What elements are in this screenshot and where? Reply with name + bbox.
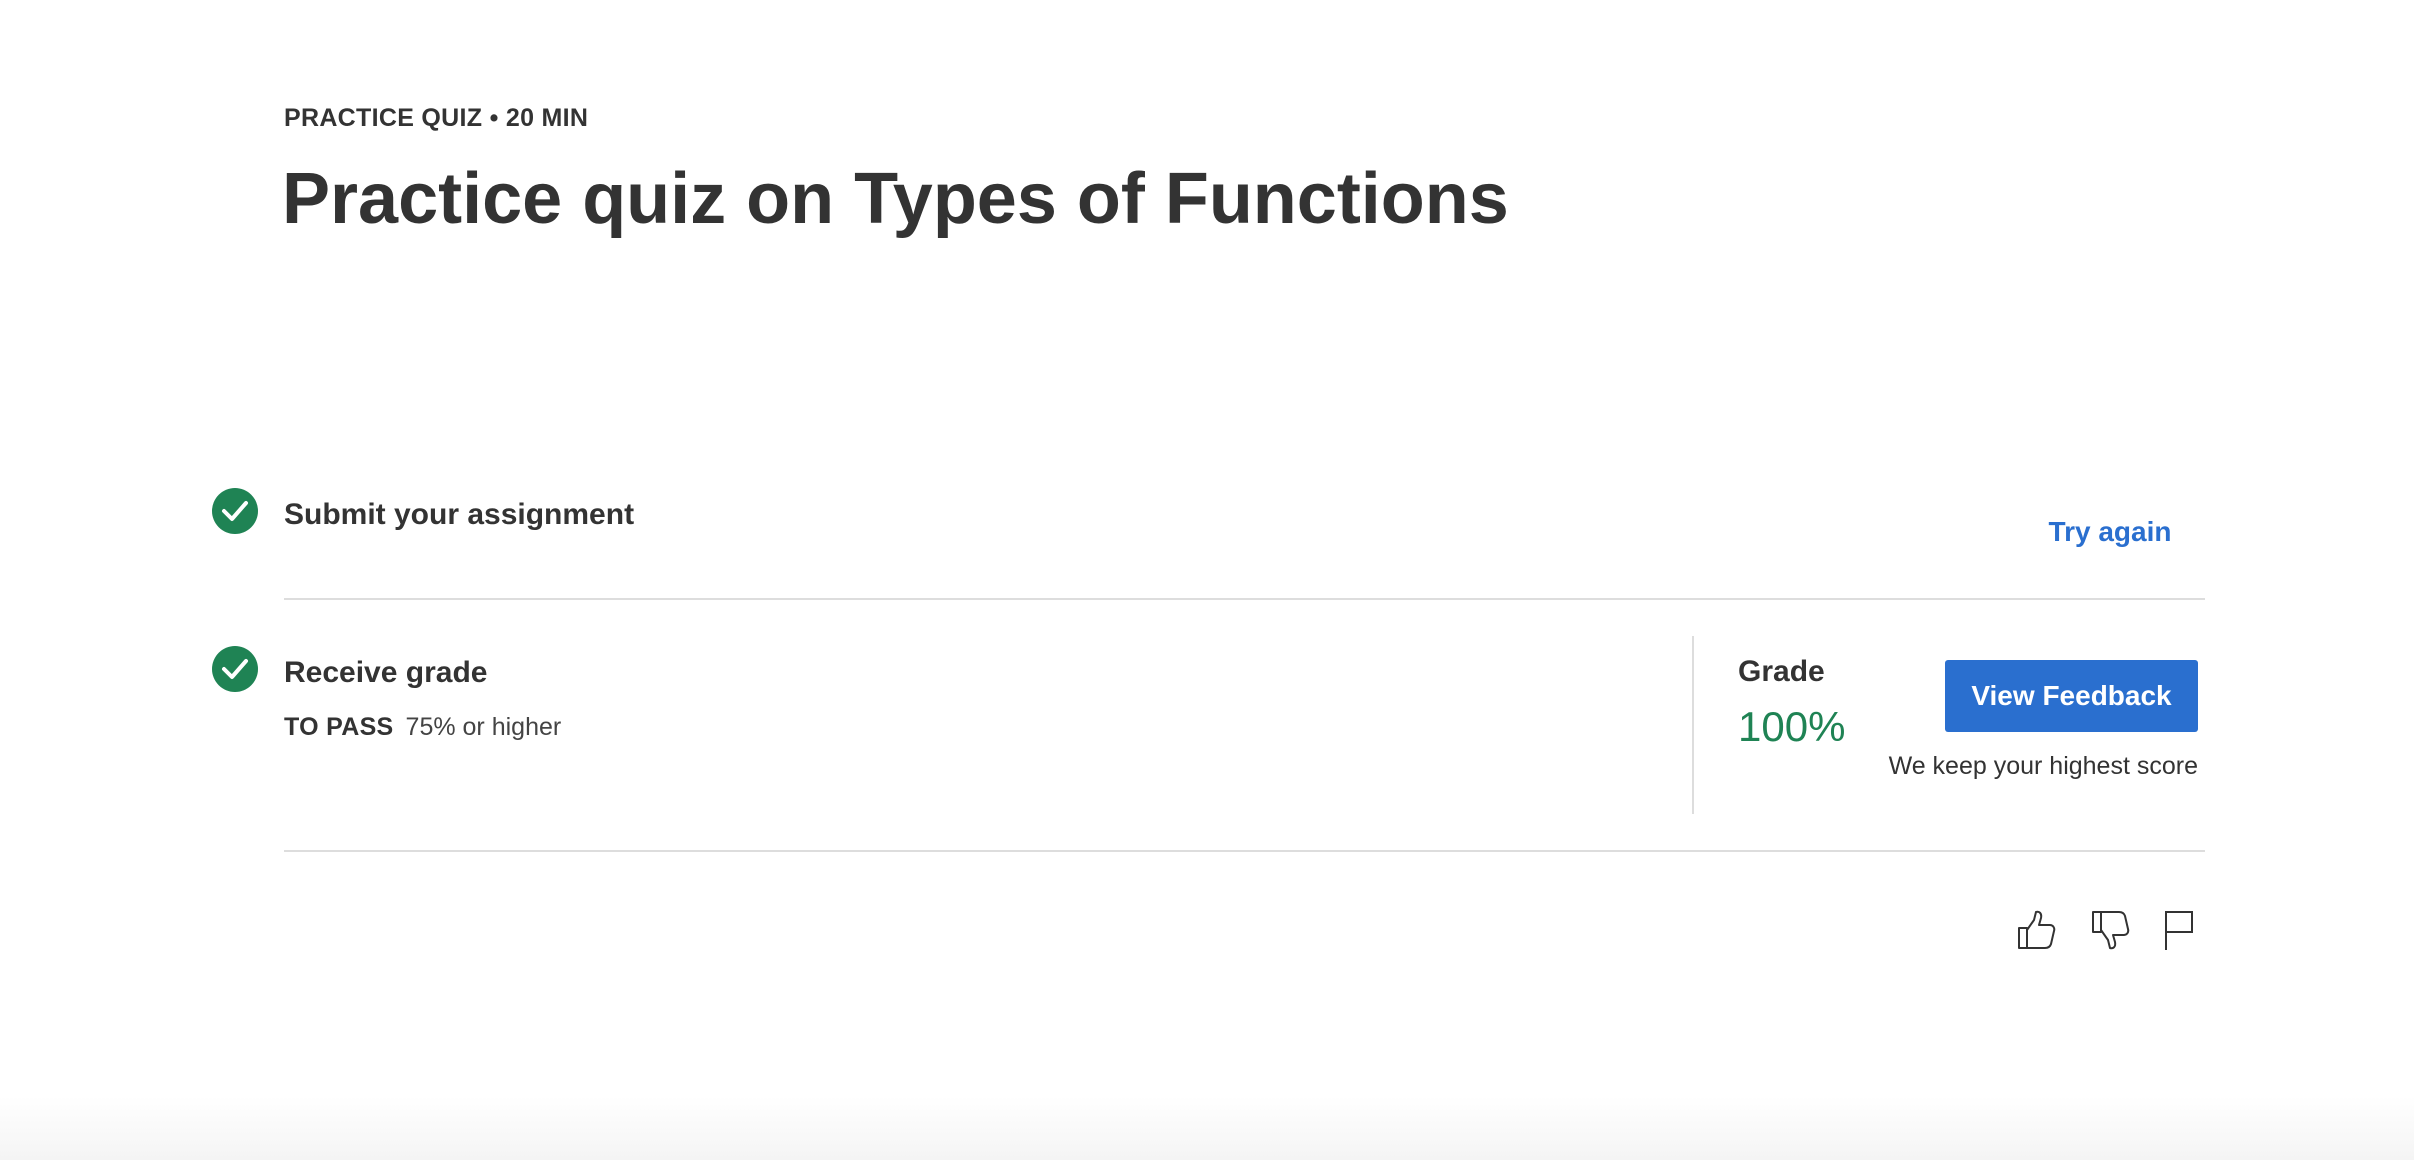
page-title: Practice quiz on Types of Functions xyxy=(282,159,1509,239)
grade-label: Grade xyxy=(1738,655,1825,688)
flag-icon[interactable] xyxy=(2154,906,2202,954)
submit-step-title: Submit your assignment xyxy=(284,498,635,531)
receive-grade-title: Receive grade xyxy=(284,656,488,689)
thumbs-up-icon[interactable] xyxy=(2012,906,2060,954)
footer-shade xyxy=(0,1096,2414,1160)
view-feedback-button[interactable]: View Feedback xyxy=(1945,660,2198,732)
grade-value: 100% xyxy=(1738,703,1846,750)
to-pass-value: 75% or higher xyxy=(405,713,562,741)
try-again-link[interactable]: Try again xyxy=(2040,516,2180,548)
section-divider xyxy=(284,850,2205,852)
quiz-page: PRACTICE QUIZ • 20 MIN Practice quiz on … xyxy=(0,0,2414,1160)
quiz-meta: PRACTICE QUIZ • 20 MIN xyxy=(284,104,589,132)
check-circle-icon xyxy=(212,646,258,692)
to-pass-label: TO PASS xyxy=(284,713,394,741)
grade-divider xyxy=(1692,636,1694,814)
thumbs-down-icon[interactable] xyxy=(2086,906,2134,954)
pass-requirement: TO PASS 75% or higher xyxy=(284,713,561,742)
section-divider xyxy=(284,598,2205,600)
highest-score-note: We keep your highest score xyxy=(1888,752,2198,780)
check-circle-icon xyxy=(212,488,258,534)
